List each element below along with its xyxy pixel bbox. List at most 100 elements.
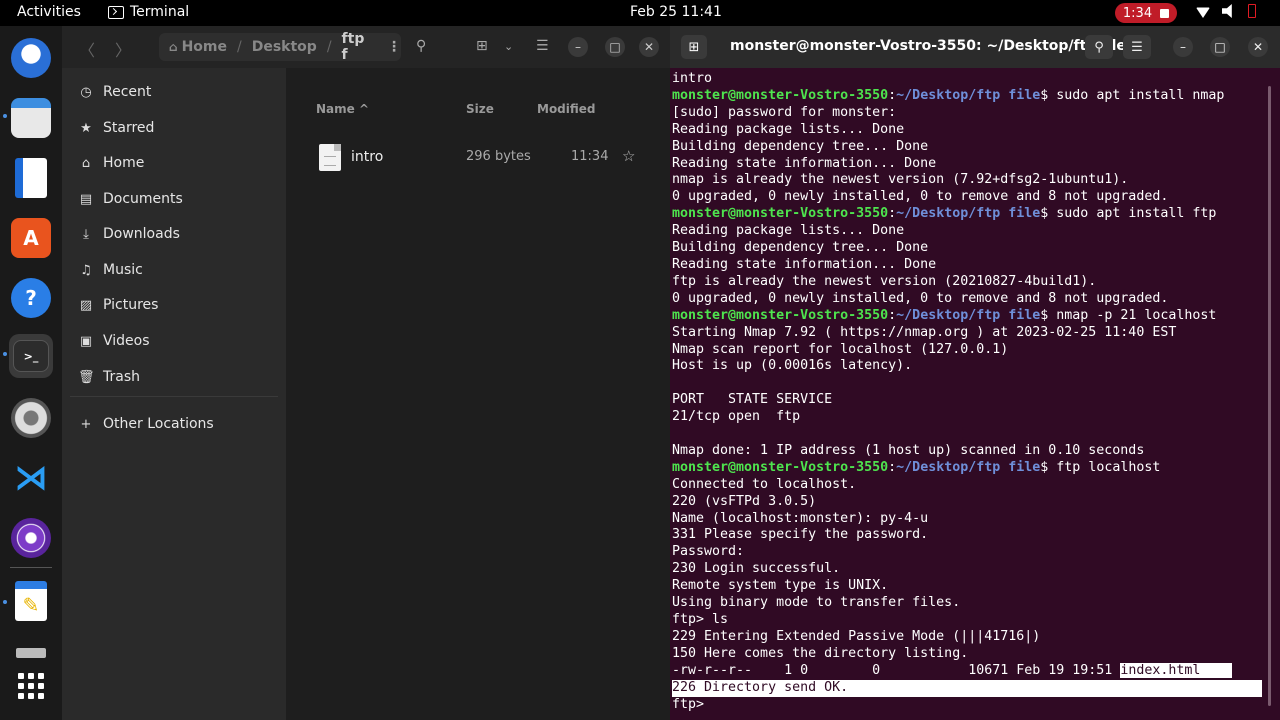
home-icon: ⌂ xyxy=(81,155,91,171)
terminal-line: 220 (vsFTPd 3.0.5) xyxy=(672,493,817,509)
path-menu-icon[interactable]: ⋮ xyxy=(387,39,401,55)
chevron-down-icon[interactable]: ⌄ xyxy=(504,40,513,53)
terminal-line: 226 Directory send OK. xyxy=(672,679,1262,697)
dock-thunderbird[interactable] xyxy=(9,36,53,80)
vscode-icon: ⋊ xyxy=(14,458,48,498)
show-applications-button[interactable] xyxy=(9,664,53,708)
dock-settings[interactable] xyxy=(9,396,53,440)
terminal-line: monster@monster-Vostro-3550:~/Desktop/ft… xyxy=(672,307,1217,323)
sidebar-item-documents[interactable]: ▤ Documents xyxy=(78,187,183,211)
breadcrumb-current[interactable]: ftp f xyxy=(342,31,375,63)
trash-icon: 🗑 xyxy=(78,369,95,385)
top-bar: Activities Terminal Feb 25 11:41 1:34 xyxy=(0,0,1280,26)
system-menu[interactable] xyxy=(1196,4,1256,18)
close-button[interactable]: ✕ xyxy=(639,37,659,57)
terminal-line: monster@monster-Vostro-3550:~/Desktop/ft… xyxy=(672,459,1161,475)
sidebar-item-starred[interactable]: ★ Starred xyxy=(78,116,154,140)
terminal-line: monster@monster-Vostro-3550:~/Desktop/ft… xyxy=(672,206,1217,222)
clock[interactable]: Feb 25 11:41 xyxy=(630,4,722,20)
forward-button[interactable]: 〉 xyxy=(115,37,131,61)
menu-icon[interactable]: ☰ xyxy=(536,38,549,54)
file-row[interactable]: intro 296 bytes 11:34 ☆ xyxy=(288,140,670,180)
volume-icon xyxy=(1222,4,1232,18)
terminal-line: 331 Please specify the password. xyxy=(672,527,929,543)
search-icon[interactable]: ⚲ xyxy=(416,38,426,54)
dock-software[interactable]: A xyxy=(9,216,53,260)
file-name: intro xyxy=(351,149,384,165)
breadcrumb-desktop[interactable]: Desktop xyxy=(252,39,317,55)
sidebar-item-home[interactable]: ⌂ Home xyxy=(78,151,144,175)
sidebar-item-other-locations[interactable]: + Other Locations xyxy=(78,412,214,436)
terminal-line: 0 upgraded, 0 newly installed, 0 to remo… xyxy=(672,290,1169,306)
tor-browser-icon xyxy=(11,518,51,558)
dock: A ? >_ ⋊ ✎ xyxy=(0,26,62,720)
dock-text-editor[interactable]: ✎ xyxy=(9,579,53,623)
app-menu[interactable]: Terminal xyxy=(108,4,189,20)
minimize-button[interactable]: – xyxy=(1173,37,1193,57)
terminal-line: 230 Login successful. xyxy=(672,561,841,577)
view-grid-icon[interactable]: ⊞ xyxy=(476,38,488,54)
breadcrumb-home[interactable]: Home xyxy=(182,39,227,55)
picture-icon: ▨ xyxy=(79,297,93,313)
sidebar-item-label: Other Locations xyxy=(103,416,214,432)
terminal-window: ⊞ monster@monster-Vostro-3550: ~/Desktop… xyxy=(670,26,1280,720)
minimize-button[interactable]: – xyxy=(568,37,588,57)
maximize-button[interactable]: □ xyxy=(605,37,625,57)
sidebar-item-label: Documents xyxy=(103,191,183,207)
column-header-name[interactable]: Name ^ xyxy=(316,102,369,116)
terminal-icon xyxy=(108,5,124,19)
sidebar-item-pictures[interactable]: ▨ Pictures xyxy=(78,293,159,317)
column-header-size[interactable]: Size xyxy=(466,102,494,116)
terminal-line: Reading state information... Done xyxy=(672,256,937,272)
new-tab-icon[interactable]: ⊞ xyxy=(681,35,707,59)
screen-recording-indicator[interactable]: 1:34 xyxy=(1115,3,1177,23)
search-icon[interactable]: ⚲ xyxy=(1085,35,1113,59)
sidebar-item-recent[interactable]: ◷ Recent xyxy=(78,80,151,104)
file-size: 296 bytes xyxy=(466,149,531,164)
terminal-line: ftp> xyxy=(672,696,713,712)
maximize-button[interactable]: □ xyxy=(1210,37,1230,57)
dock-vscode[interactable]: ⋊ xyxy=(9,456,53,500)
column-header-modified[interactable]: Modified xyxy=(537,102,596,116)
sidebar-item-label: Music xyxy=(103,262,143,278)
thunderbird-icon xyxy=(11,38,51,78)
battery-icon xyxy=(1248,4,1256,18)
scrollbar[interactable] xyxy=(1268,86,1271,706)
star-icon[interactable]: ☆ xyxy=(622,147,635,165)
software-center-icon: A xyxy=(11,218,51,258)
sidebar-item-trash[interactable]: 🗑 Trash xyxy=(78,365,140,389)
sidebar-item-videos[interactable]: ▣ Videos xyxy=(78,329,150,353)
dock-files[interactable] xyxy=(9,96,53,140)
sidebar-item-label: Recent xyxy=(103,84,152,100)
terminal-line: Using binary mode to transfer files. xyxy=(672,595,961,611)
dock-tor[interactable] xyxy=(9,516,53,560)
download-icon: ⤓ xyxy=(83,226,89,242)
terminal-output[interactable]: intro monster@monster-Vostro-3550:~/Deskt… xyxy=(672,71,1264,720)
terminal-line: Password: xyxy=(672,544,745,560)
file-list: Name ^ Size Modified intro 296 bytes 11:… xyxy=(288,68,670,720)
menu-icon[interactable]: ☰ xyxy=(1123,35,1151,59)
document-icon: ▤ xyxy=(79,191,93,207)
terminal-title: monster@monster-Vostro-3550: ~/Desktop/f… xyxy=(730,38,1126,54)
terminal-line: Reading state information... Done xyxy=(672,155,937,171)
dock-writer[interactable] xyxy=(9,156,53,200)
sidebar-item-music[interactable]: ♫ Music xyxy=(78,258,143,282)
sidebar-item-downloads[interactable]: ⤓ Downloads xyxy=(78,222,180,246)
music-icon: ♫ xyxy=(80,262,92,278)
sidebar-item-label: Trash xyxy=(103,369,140,385)
terminal-line: Reading package lists... Done xyxy=(672,121,905,137)
file-modified: 11:34 xyxy=(571,149,609,164)
dock-terminal[interactable]: >_ xyxy=(9,334,53,378)
star-icon: ★ xyxy=(80,120,92,136)
dock-help[interactable]: ? xyxy=(9,276,53,320)
terminal-line: 21/tcp open ftp xyxy=(672,409,801,425)
terminal-line: ftp is already the newest version (20210… xyxy=(672,273,1097,289)
close-button[interactable]: ✕ xyxy=(1248,37,1268,57)
home-icon: ⌂ xyxy=(169,40,178,54)
activities-button[interactable]: Activities xyxy=(17,4,81,20)
back-button[interactable]: 〈 xyxy=(79,37,95,61)
file-manager-header: 〈 〉 ⌂ Home / Desktop / ftp f ⋮ ⚲ ⊞ ⌄ ☰ –… xyxy=(62,26,670,68)
terminal-line: Building dependency tree... Done xyxy=(672,240,929,256)
sidebar-item-label: Home xyxy=(103,155,145,171)
